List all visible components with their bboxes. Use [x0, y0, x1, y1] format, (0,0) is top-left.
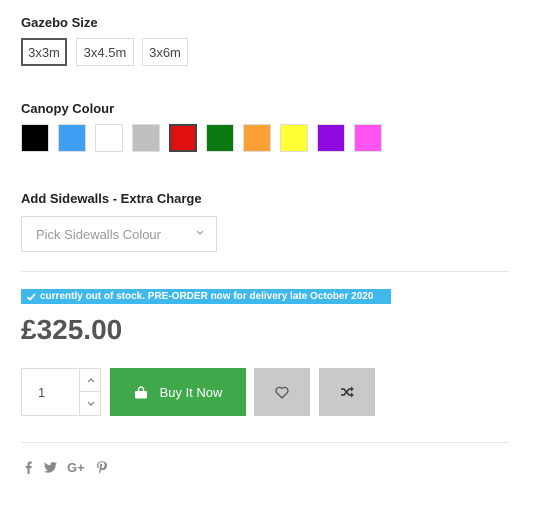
colour-swatch[interactable] — [95, 124, 123, 152]
compare-button[interactable] — [319, 368, 375, 416]
chevron-up-icon — [87, 378, 94, 383]
sidewalls-select-placeholder: Pick Sidewalls Colour — [36, 226, 161, 242]
colour-swatch[interactable] — [243, 124, 271, 152]
facebook-icon — [25, 461, 32, 474]
chevron-down-icon — [87, 401, 94, 406]
colour-swatch[interactable] — [21, 124, 49, 152]
shuffle-icon — [341, 386, 354, 398]
quantity-increase-button[interactable] — [80, 369, 101, 392]
stock-status-badge: currently out of stock. PRE-ORDER now fo… — [21, 289, 391, 304]
price: £325.00 — [21, 314, 123, 345]
svg-text:G+: G+ — [67, 461, 85, 473]
add-to-wishlist-button[interactable] — [254, 368, 310, 416]
pinterest-icon — [97, 460, 107, 474]
quantity-input[interactable] — [22, 369, 80, 415]
checkmark-icon — [26, 293, 36, 301]
gazebo-size-label: Gazebo Size — [21, 15, 98, 30]
divider — [21, 442, 509, 443]
divider — [21, 271, 509, 272]
share-google-plus-link[interactable]: G+ — [67, 459, 87, 475]
shopping-bag-icon — [134, 385, 147, 398]
colour-swatch[interactable] — [58, 124, 86, 152]
sidewalls-select[interactable]: Pick Sidewalls Colour — [21, 216, 217, 252]
share-pinterest-link[interactable] — [96, 459, 107, 475]
heart-icon — [275, 386, 289, 399]
quantity-decrease-button[interactable] — [80, 392, 101, 415]
colour-swatch[interactable] — [169, 124, 197, 152]
colour-swatch[interactable] — [317, 124, 345, 152]
stock-status-text: currently out of stock. PRE-ORDER now fo… — [40, 291, 374, 302]
colour-swatch[interactable] — [132, 124, 160, 152]
buy-it-now-button[interactable]: Buy It Now — [110, 368, 246, 416]
share-twitter-link[interactable] — [44, 459, 57, 475]
size-option-3x4-5m[interactable]: 3x4.5m — [76, 38, 134, 66]
size-option-3x3m[interactable]: 3x3m — [21, 38, 67, 66]
colour-swatch[interactable] — [354, 124, 382, 152]
google-plus-icon: G+ — [67, 461, 85, 473]
sidewalls-label: Add Sidewalls - Extra Charge — [21, 191, 202, 206]
share-facebook-link[interactable] — [25, 459, 32, 475]
twitter-icon — [44, 461, 57, 473]
canopy-colour-label: Canopy Colour — [21, 101, 115, 116]
chevron-down-icon — [196, 230, 204, 235]
buy-it-now-label: Buy It Now — [159, 384, 223, 400]
quantity-stepper — [21, 368, 101, 416]
colour-swatch[interactable] — [280, 124, 308, 152]
size-option-3x6m[interactable]: 3x6m — [142, 38, 188, 66]
colour-swatch[interactable] — [206, 124, 234, 152]
